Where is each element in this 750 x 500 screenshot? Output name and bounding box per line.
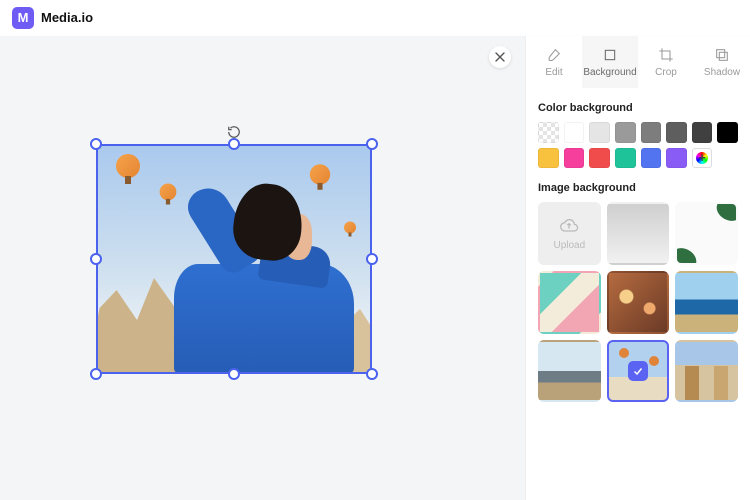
swatch-gray3[interactable] xyxy=(666,122,687,143)
right-panel: Edit Background Crop Shadow Color backgr… xyxy=(525,36,750,500)
swatch-gray4[interactable] xyxy=(692,122,713,143)
image-background-title: Image background xyxy=(538,182,738,194)
resize-handle-nw[interactable] xyxy=(90,138,102,150)
bg-thumb-pastel[interactable] xyxy=(538,271,601,334)
bg-thumb-balloons[interactable] xyxy=(607,340,670,403)
swatch-teal[interactable] xyxy=(615,148,636,169)
swatch-white[interactable] xyxy=(564,122,585,143)
tab-edit[interactable]: Edit xyxy=(526,36,582,88)
swatch-blue[interactable] xyxy=(641,148,662,169)
bg-thumb-street[interactable] xyxy=(675,340,738,403)
tab-label: Background xyxy=(583,67,636,78)
editor-stage xyxy=(0,36,525,500)
top-bar: M Media.io xyxy=(0,0,750,36)
color-swatch-row-2 xyxy=(538,148,738,169)
shadow-icon xyxy=(714,47,730,63)
bg-thumb-gradient[interactable] xyxy=(607,202,670,265)
tab-shadow[interactable]: Shadow xyxy=(694,36,750,88)
logo-text: Media.io xyxy=(41,10,93,25)
tab-crop[interactable]: Crop xyxy=(638,36,694,88)
selected-badge xyxy=(628,361,648,381)
resize-handle-e[interactable] xyxy=(366,253,378,265)
image-background-grid: Upload xyxy=(538,202,738,402)
resize-handle-sw[interactable] xyxy=(90,368,102,380)
tab-label: Crop xyxy=(655,67,677,78)
square-icon xyxy=(602,47,618,63)
panel-tabs: Edit Background Crop Shadow xyxy=(526,36,750,88)
tab-background[interactable]: Background xyxy=(582,36,638,88)
resize-handle-se[interactable] xyxy=(366,368,378,380)
crop-icon xyxy=(658,47,674,63)
rotate-icon xyxy=(227,125,241,139)
close-button[interactable] xyxy=(489,46,511,68)
check-icon xyxy=(632,365,644,377)
color-swatch-row-1 xyxy=(538,122,738,143)
resize-handle-n[interactable] xyxy=(228,138,240,150)
close-icon xyxy=(495,52,505,62)
swatch-transparent[interactable] xyxy=(538,122,559,143)
upload-icon xyxy=(559,216,579,236)
color-background-title: Color background xyxy=(538,102,738,114)
canvas-selection[interactable] xyxy=(96,144,372,374)
bg-thumb-sea[interactable] xyxy=(675,271,738,334)
bg-thumb-leaves[interactable] xyxy=(675,202,738,265)
swatch-lightgray[interactable] xyxy=(589,122,610,143)
resize-handle-s[interactable] xyxy=(228,368,240,380)
brush-icon xyxy=(546,47,562,63)
upload-image-button[interactable]: Upload xyxy=(538,202,601,265)
tab-label: Edit xyxy=(545,67,562,78)
add-color-button[interactable] xyxy=(692,148,713,169)
logo-mark: M xyxy=(12,7,34,29)
swatch-pink[interactable] xyxy=(564,148,585,169)
upload-label: Upload xyxy=(553,240,585,251)
tab-label: Shadow xyxy=(704,67,740,78)
selection-border xyxy=(96,144,372,374)
swatch-purple[interactable] xyxy=(666,148,687,169)
resize-handle-w[interactable] xyxy=(90,253,102,265)
swatch-black[interactable] xyxy=(717,122,738,143)
swatch-gray[interactable] xyxy=(615,122,636,143)
swatch-red[interactable] xyxy=(589,148,610,169)
swatch-amber[interactable] xyxy=(538,148,559,169)
bg-thumb-mountains[interactable] xyxy=(538,340,601,403)
bg-thumb-bokeh[interactable] xyxy=(607,271,670,334)
resize-handle-ne[interactable] xyxy=(366,138,378,150)
swatch-gray2[interactable] xyxy=(641,122,662,143)
